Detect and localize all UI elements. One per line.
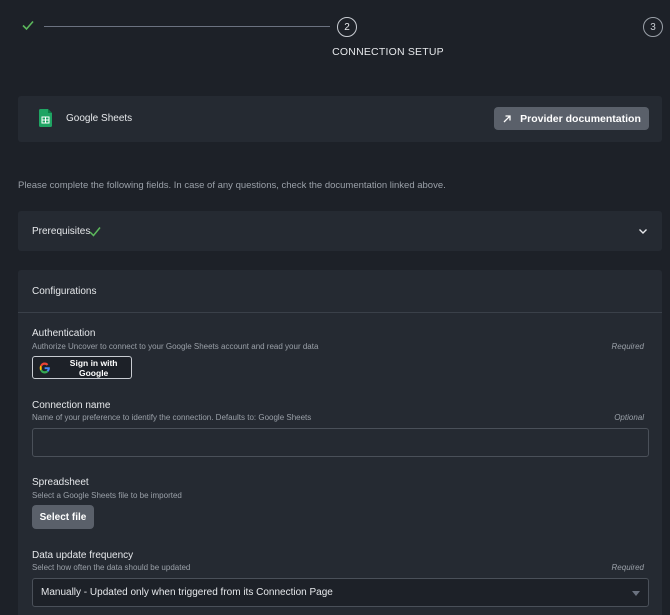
prerequisites-panel[interactable]: Prerequisites bbox=[18, 211, 662, 251]
sign-in-with-google-label: Sign in with Google bbox=[69, 357, 118, 378]
frequency-description: Select how often the data should be upda… bbox=[32, 563, 191, 572]
frequency-selected-value: Manually - Updated only when triggered f… bbox=[41, 587, 333, 598]
connection-name-optional-tag: Optional bbox=[614, 413, 644, 422]
step-1-check-icon bbox=[22, 20, 34, 31]
step-3-number: 3 bbox=[650, 21, 656, 33]
provider-documentation-label: Provider documentation bbox=[520, 112, 641, 125]
provider-name: Google Sheets bbox=[66, 113, 133, 124]
authentication-description: Authorize Uncover to connect to your Goo… bbox=[32, 342, 319, 351]
provider-documentation-button[interactable]: Provider documentation bbox=[494, 107, 649, 130]
prerequisites-check-icon bbox=[89, 227, 101, 237]
stepper: 2 CONNECTION SETUP 3 bbox=[0, 0, 670, 70]
google-sheets-icon bbox=[39, 109, 52, 127]
step-2-number: 2 bbox=[344, 21, 350, 33]
configurations-title: Configurations bbox=[32, 286, 97, 297]
step-connector bbox=[44, 26, 330, 27]
connection-setup-page: 2 CONNECTION SETUP 3 Google Sheets Provi… bbox=[0, 0, 670, 615]
external-link-icon bbox=[503, 114, 511, 122]
google-icon bbox=[39, 362, 50, 373]
instructions-text: Please complete the following fields. In… bbox=[18, 180, 446, 191]
provider-card: Google Sheets Provider documentation bbox=[18, 96, 662, 142]
connection-name-description: Name of your preference to identify the … bbox=[32, 413, 312, 422]
step-3-indicator: 3 bbox=[643, 17, 663, 37]
connection-name-label: Connection name bbox=[32, 400, 111, 411]
step-2-label: CONNECTION SETUP bbox=[332, 46, 444, 58]
step-2-indicator: 2 bbox=[337, 17, 357, 37]
spreadsheet-label: Spreadsheet bbox=[32, 477, 89, 488]
caret-down-icon bbox=[632, 591, 640, 596]
prerequisites-title: Prerequisites bbox=[32, 226, 91, 237]
frequency-label: Data update frequency bbox=[32, 550, 134, 561]
frequency-select[interactable]: Manually - Updated only when triggered f… bbox=[32, 578, 649, 607]
configurations-panel: Configurations Authentication Authorize … bbox=[18, 270, 662, 615]
select-file-button[interactable]: Select file bbox=[32, 505, 94, 529]
authentication-label: Authentication bbox=[32, 328, 96, 339]
frequency-required-tag: Required bbox=[611, 563, 644, 572]
sign-in-with-google-button[interactable]: Sign in with Google bbox=[32, 356, 132, 379]
configurations-divider bbox=[18, 312, 662, 313]
authentication-required-tag: Required bbox=[611, 342, 644, 351]
chevron-down-icon[interactable] bbox=[638, 226, 648, 236]
connection-name-input[interactable] bbox=[32, 428, 649, 457]
spreadsheet-description: Select a Google Sheets file to be import… bbox=[32, 491, 182, 500]
